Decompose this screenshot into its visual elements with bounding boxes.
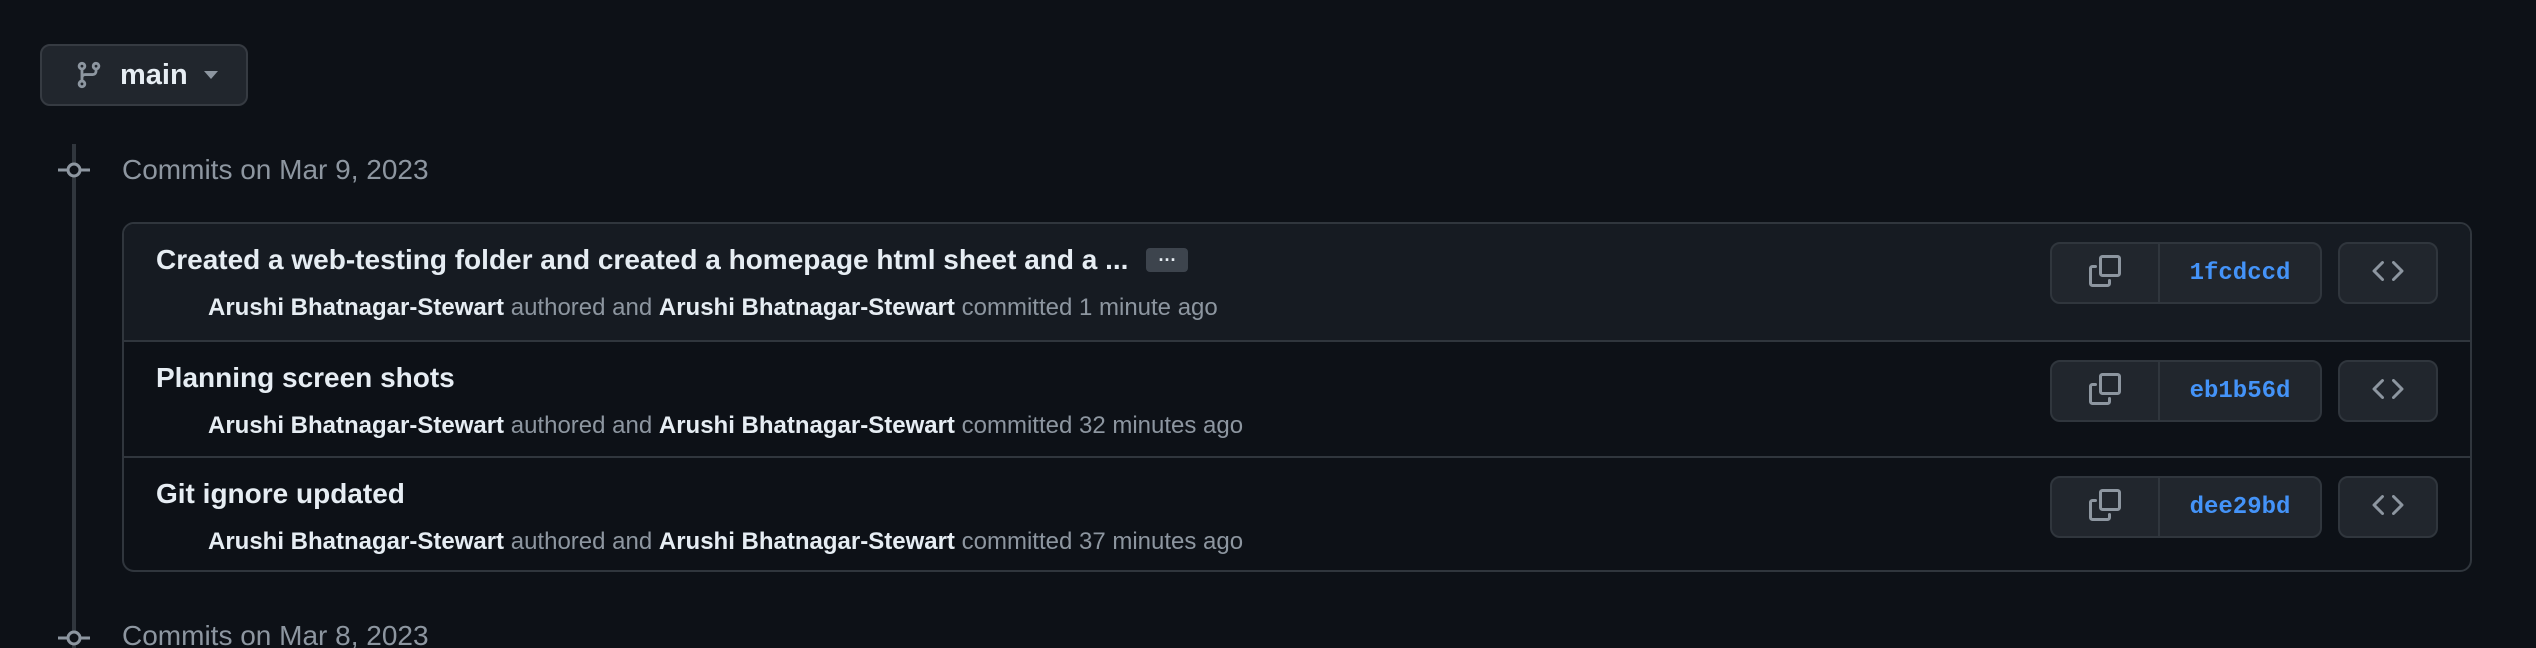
copy-icon [2089, 254, 2121, 292]
triangle-down-icon [202, 69, 220, 81]
commit-row: Created a web-testing folder and created… [124, 224, 2470, 340]
copy-icon [2089, 488, 2121, 526]
timeline-line [72, 144, 76, 648]
author-link[interactable]: Arushi Bhatnagar-Stewart [208, 412, 504, 439]
committed-time: committed 1 minute ago [961, 294, 1218, 321]
branch-name: main [120, 58, 188, 91]
code-icon [2372, 255, 2404, 292]
authored-text: authored and [510, 528, 653, 555]
author-link[interactable]: Arushi Bhatnagar-Stewart [208, 528, 504, 555]
commit-actions: 1fcdccd [2050, 242, 2438, 304]
branch-selector-button[interactable]: main [40, 44, 248, 106]
browse-repo-button[interactable] [2338, 476, 2438, 538]
browse-repo-button[interactable] [2338, 360, 2438, 422]
commit-row: Git ignore updated Arushi Bhatnagar-Stew… [124, 456, 2470, 570]
commit-meta: Arushi Bhatnagar-Stewart authored and Ar… [208, 412, 1243, 440]
commit-node-icon [58, 628, 90, 648]
commits-page: main Commits on Mar 9, 2023 Created a we… [0, 0, 2536, 648]
committer-link[interactable]: Arushi Bhatnagar-Stewart [659, 528, 955, 555]
browse-repo-button[interactable] [2338, 242, 2438, 304]
commit-title-wrap: Planning screen shots [156, 362, 455, 394]
commit-list: Created a web-testing folder and created… [122, 222, 2472, 572]
commit-row: Planning screen shots Arushi Bhatnagar-S… [124, 340, 2470, 456]
commit-group-heading: Commits on Mar 8, 2023 [122, 620, 429, 648]
commit-title-wrap: Git ignore updated [156, 478, 405, 510]
commit-sha-link[interactable]: dee29bd [2160, 478, 2320, 536]
copy-sha-button[interactable] [2052, 362, 2160, 420]
commit-group-heading: Commits on Mar 9, 2023 [122, 154, 429, 185]
commit-sha-link[interactable]: 1fcdccd [2160, 244, 2320, 302]
git-branch-icon [74, 60, 104, 90]
copy-sha-button[interactable] [2052, 478, 2160, 536]
expand-message-button[interactable]: ··· [1146, 248, 1189, 272]
commit-meta: Arushi Bhatnagar-Stewart authored and Ar… [208, 528, 1243, 556]
sha-button-group: 1fcdccd [2050, 242, 2322, 304]
commit-sha-link[interactable]: eb1b56d [2160, 362, 2320, 420]
commit-node-icon [58, 160, 90, 180]
code-icon [2372, 489, 2404, 526]
authored-text: authored and [510, 294, 653, 321]
commit-meta: Arushi Bhatnagar-Stewart authored and Ar… [208, 294, 1218, 322]
committed-time: committed 37 minutes ago [961, 528, 1244, 555]
commit-title-wrap: Created a web-testing folder and created… [156, 244, 1189, 276]
committed-time: committed 32 minutes ago [961, 412, 1244, 439]
authored-text: authored and [510, 412, 653, 439]
commit-actions: dee29bd [2050, 476, 2438, 538]
copy-sha-button[interactable] [2052, 244, 2160, 302]
commit-title-link[interactable]: Planning screen shots [156, 362, 455, 394]
sha-button-group: eb1b56d [2050, 360, 2322, 422]
committer-link[interactable]: Arushi Bhatnagar-Stewart [659, 412, 955, 439]
commit-title-link[interactable]: Git ignore updated [156, 478, 405, 510]
code-icon [2372, 373, 2404, 410]
committer-link[interactable]: Arushi Bhatnagar-Stewart [659, 294, 955, 321]
author-link[interactable]: Arushi Bhatnagar-Stewart [208, 294, 504, 321]
commit-actions: eb1b56d [2050, 360, 2438, 422]
sha-button-group: dee29bd [2050, 476, 2322, 538]
commit-title-link[interactable]: Created a web-testing folder and created… [156, 244, 1128, 276]
copy-icon [2089, 372, 2121, 410]
